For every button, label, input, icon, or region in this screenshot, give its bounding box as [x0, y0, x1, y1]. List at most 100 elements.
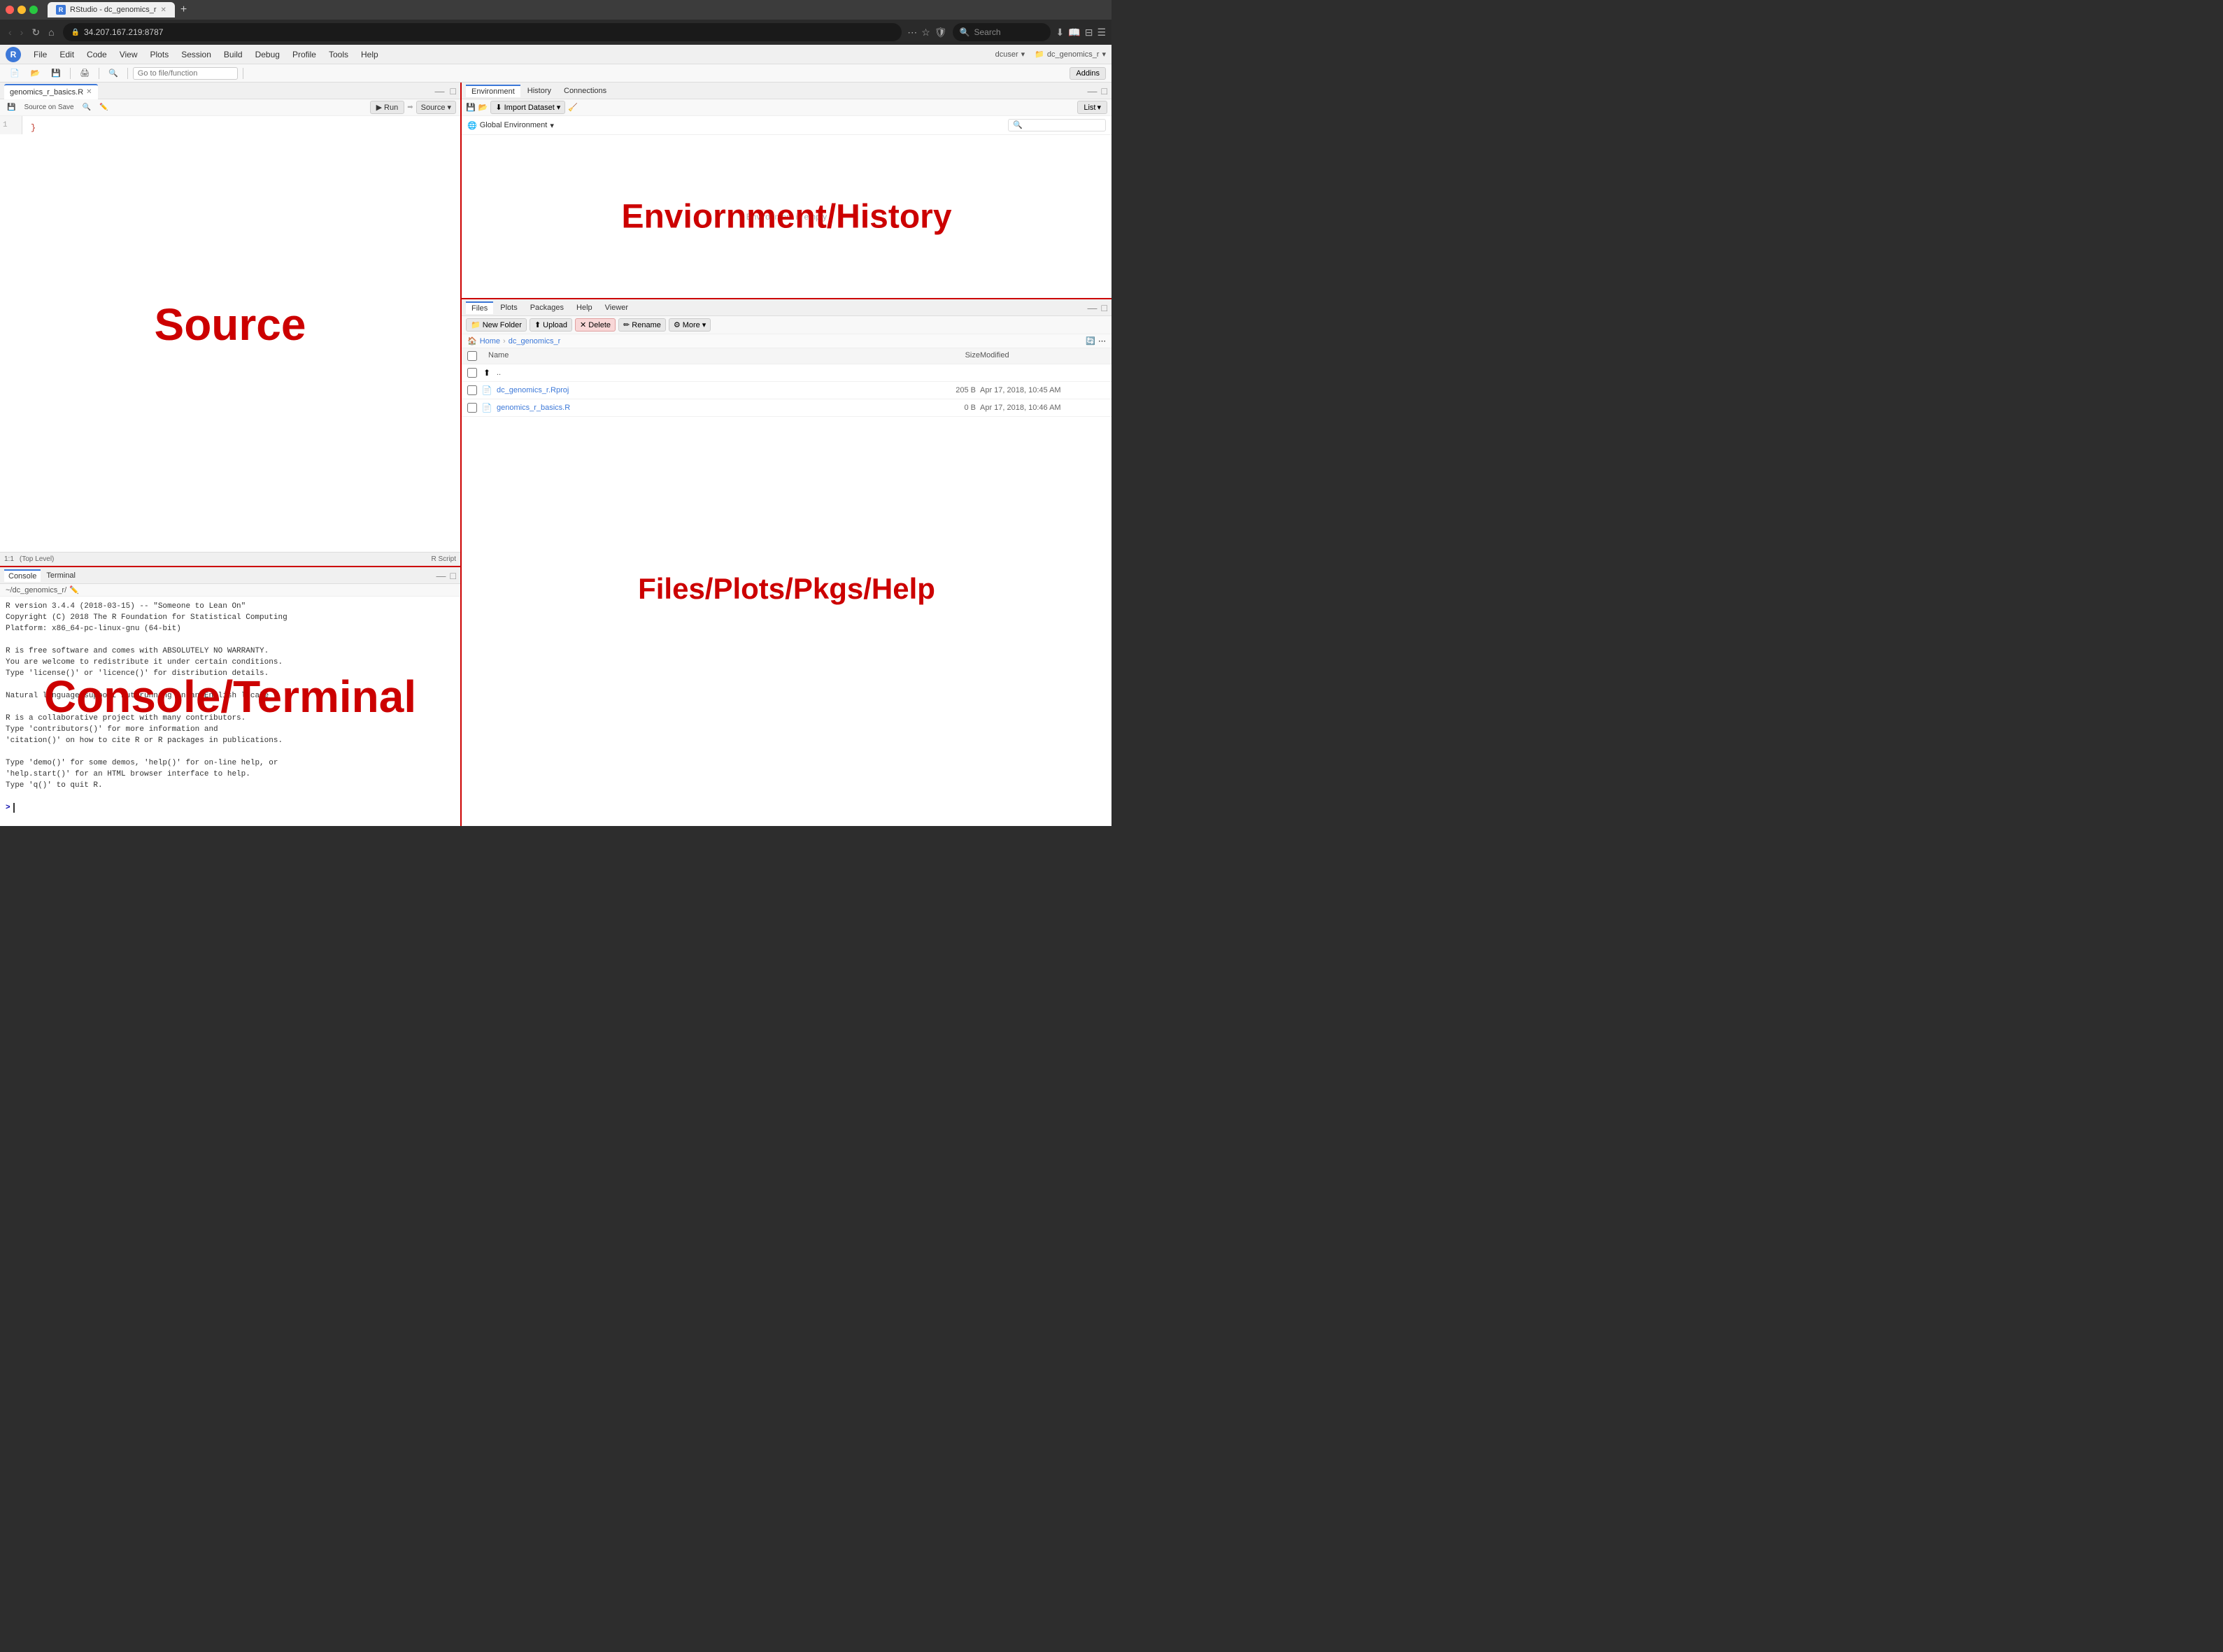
file-row-1[interactable]: 📄 genomics_r_basics.R 0 B Apr 17, 2018, … — [462, 399, 1112, 417]
parent-dir-row[interactable]: ⬆ .. — [462, 364, 1112, 382]
menu-help[interactable]: Help — [355, 48, 384, 62]
files-maximize-btn[interactable]: □ — [1102, 302, 1107, 313]
download-icon[interactable]: ⬇ — [1056, 27, 1065, 38]
maximize-button[interactable] — [29, 6, 38, 14]
menu-file[interactable]: File — [28, 48, 52, 62]
source-save-btn[interactable]: 💾 — [4, 103, 18, 112]
more-button[interactable]: ⚙ More ▾ — [669, 318, 711, 332]
help-tab[interactable]: Help — [571, 302, 598, 313]
import-dataset-button[interactable]: ⬇ Import Dataset ▾ — [490, 101, 565, 114]
file-name-0[interactable]: dc_genomics_r.Rproj — [497, 386, 916, 394]
addins-button[interactable]: Addins — [1070, 67, 1106, 80]
sidebar-icon[interactable]: ⊟ — [1085, 27, 1093, 38]
menu-icon[interactable]: ☰ — [1097, 27, 1106, 38]
reload-button[interactable]: ↻ — [29, 25, 43, 40]
terminal-tab[interactable]: Terminal — [42, 570, 80, 581]
search-icon: 🔍 — [960, 27, 970, 37]
env-save-icon[interactable]: 💾 — [466, 103, 476, 112]
source-maximize-btn[interactable]: □ — [450, 85, 456, 97]
prompt-cursor[interactable] — [13, 803, 20, 813]
files-more-icon[interactable]: ⋯ — [1098, 336, 1106, 346]
console-line-16: 'help.start()' for an HTML browser inter… — [6, 769, 455, 780]
upload-button[interactable]: ⬆ Upload — [530, 318, 572, 332]
files-toolbar: 📁 New Folder ⬆ Upload ✕ Delete ✏ Rename — [462, 316, 1112, 334]
reading-list-icon[interactable]: 📖 — [1068, 27, 1080, 38]
tab-close-button[interactable]: ✕ — [161, 6, 166, 14]
file-checkbox-1[interactable] — [467, 403, 477, 413]
env-clear-icon[interactable]: 🧹 — [568, 103, 578, 112]
source-button[interactable]: Source ▾ — [416, 101, 456, 114]
history-tab[interactable]: History — [522, 85, 557, 97]
global-env-selector[interactable]: 🌐 Global Environment ▾ — [467, 121, 554, 130]
file-tab-close[interactable]: ✕ — [86, 88, 92, 96]
back-button[interactable]: ‹ — [6, 25, 15, 39]
rename-button[interactable]: ✏ Rename — [618, 318, 666, 332]
modified-column-header[interactable]: Modified — [980, 351, 1106, 361]
files-minimize-btn[interactable]: — — [1088, 302, 1098, 313]
minimize-button[interactable] — [17, 6, 26, 14]
viewer-tab[interactable]: Viewer — [599, 302, 634, 313]
refresh-icon[interactable]: 🔄 — [1086, 336, 1095, 346]
console-minimize-btn[interactable]: — — [436, 570, 446, 581]
search-bar[interactable]: 🔍 Search — [953, 23, 1051, 41]
open-file-btn[interactable]: 📂 — [27, 67, 45, 79]
source-tools-btn[interactable]: ✏️ — [97, 103, 111, 112]
extensions-icon[interactable]: ⋯ — [907, 27, 917, 38]
plots-tab[interactable]: Plots — [495, 302, 523, 313]
url-bar[interactable]: 🔒 34.207.167.219:8787 — [63, 23, 902, 41]
print-btn[interactable]: 🖨 — [76, 67, 94, 79]
file-checkbox-0[interactable] — [467, 385, 477, 395]
menu-profile[interactable]: Profile — [287, 48, 322, 62]
console-prompt[interactable]: > — [6, 802, 455, 813]
browser-tab[interactable]: R RStudio - dc_genomics_r ✕ — [48, 2, 175, 17]
console-tab[interactable]: Console — [4, 569, 41, 582]
console-maximize-btn[interactable]: □ — [450, 570, 456, 581]
new-folder-button[interactable]: 📁 New Folder — [466, 318, 527, 332]
packages-tab[interactable]: Packages — [525, 302, 569, 313]
run-button[interactable]: ▶ Run — [370, 101, 405, 114]
menu-session[interactable]: Session — [176, 48, 217, 62]
new-tab-button[interactable]: + — [180, 3, 187, 16]
env-maximize-btn[interactable]: □ — [1102, 85, 1107, 97]
size-column-header[interactable]: Size — [924, 351, 980, 361]
select-all-checkbox[interactable] — [467, 351, 477, 361]
forward-button[interactable]: › — [17, 25, 27, 39]
menu-tools[interactable]: Tools — [323, 48, 354, 62]
save-file-btn[interactable]: 💾 — [47, 67, 65, 79]
file-name-1[interactable]: genomics_r_basics.R — [497, 404, 916, 412]
source-find-btn[interactable]: 🔍 — [80, 103, 94, 112]
delete-button[interactable]: ✕ Delete — [575, 318, 616, 332]
breadcrumb-home[interactable]: Home — [480, 337, 500, 346]
environment-tab[interactable]: Environment — [466, 85, 520, 97]
name-column-header[interactable]: Name — [488, 351, 924, 361]
bookmark-icon[interactable]: ☆ — [921, 27, 930, 38]
env-open-icon[interactable]: 📂 — [478, 103, 488, 112]
source-file-tab[interactable]: genomics_r_basics.R ✕ — [4, 84, 98, 99]
file-row-0[interactable]: 📄 dc_genomics_r.Rproj 205 B Apr 17, 2018… — [462, 382, 1112, 399]
console-content[interactable]: R version 3.4.4 (2018-03-15) -- "Someone… — [0, 597, 460, 826]
go-to-file-input[interactable] — [133, 67, 238, 80]
menu-code[interactable]: Code — [81, 48, 113, 62]
parent-dir-checkbox[interactable] — [467, 368, 477, 378]
parent-dir-name[interactable]: .. — [497, 369, 916, 377]
source-on-save-btn[interactable]: Source on Save — [21, 103, 76, 112]
new-file-btn[interactable]: 📄 — [6, 67, 24, 79]
env-minimize-btn[interactable]: — — [1088, 85, 1098, 97]
code-area[interactable]: 1 } — [0, 116, 460, 552]
code-content[interactable]: } — [25, 119, 460, 137]
menu-debug[interactable]: Debug — [250, 48, 285, 62]
menu-edit[interactable]: Edit — [54, 48, 80, 62]
breadcrumb-project[interactable]: dc_genomics_r — [509, 337, 561, 346]
menu-view[interactable]: View — [114, 48, 143, 62]
source-minimize-btn[interactable]: — — [435, 85, 445, 97]
env-search-input[interactable] — [1008, 119, 1106, 131]
menu-plots[interactable]: Plots — [145, 48, 175, 62]
menu-build[interactable]: Build — [218, 48, 248, 62]
list-button[interactable]: List ▾ — [1077, 101, 1107, 114]
connections-tab[interactable]: Connections — [558, 85, 612, 97]
find-btn[interactable]: 🔍 — [104, 67, 122, 79]
close-button[interactable] — [6, 6, 14, 14]
files-tab[interactable]: Files — [466, 301, 493, 314]
shield-icon[interactable]: 🛡 — [935, 27, 947, 38]
home-button[interactable]: ⌂ — [45, 25, 57, 39]
